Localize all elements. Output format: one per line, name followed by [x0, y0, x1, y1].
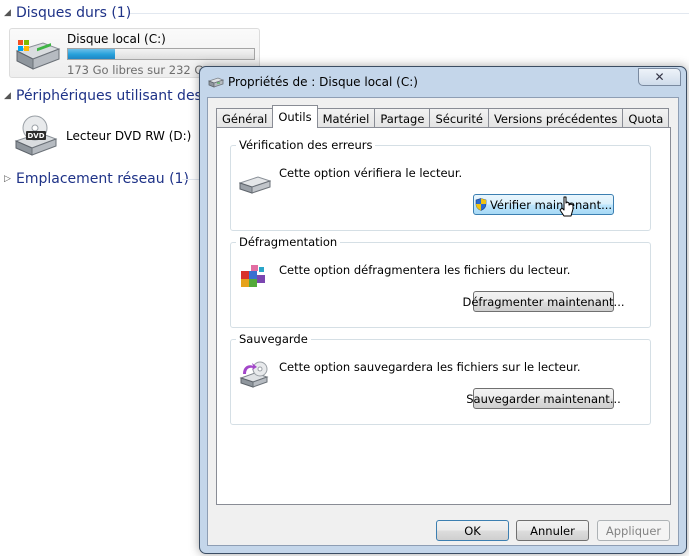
tab-tools[interactable]: Outils — [272, 105, 318, 128]
backup-group: Sauvegarde Cette option sauvegardera les… — [230, 332, 651, 425]
uac-shield-icon — [475, 198, 487, 211]
error-checking-description: Cette option vérifiera le lecteur. — [279, 166, 463, 180]
dvd-badge-text: DVD — [27, 132, 44, 140]
defragment-now-button[interactable]: Défragmenter maintenant... — [463, 291, 625, 312]
tab-general[interactable]: Général — [216, 108, 274, 128]
group-divider — [182, 179, 199, 180]
dvd-drive-name: Lecteur DVD RW (D:) — [66, 129, 192, 143]
tab-bar: Général Outils Matériel Partage Sécurité… — [216, 105, 670, 128]
group-header-network-locations[interactable]: ▷ Emplacement réseau (1) — [4, 168, 189, 190]
group-header-hard-drives[interactable]: ◢ Disques durs (1) — [4, 2, 131, 24]
group-header-removable-devices[interactable]: ◢ Périphériques utilisant des s — [4, 85, 214, 107]
mouse-cursor-icon — [559, 196, 574, 217]
dialog-title: Propriétés de : Disque local (C:) — [228, 75, 418, 89]
error-checking-title: Vérification des erreurs — [236, 138, 376, 152]
cancel-button[interactable]: Annuler — [516, 520, 589, 541]
backup-now-button[interactable]: Sauvegarder maintenant... — [466, 388, 621, 409]
properties-dialog: Propriétés de : Disque local (C:) ✕ Géné… — [199, 66, 687, 554]
close-button[interactable]: ✕ — [638, 68, 681, 86]
dialog-titlebar[interactable]: Propriétés de : Disque local (C:) ✕ — [200, 67, 686, 97]
expand-arrow-icon[interactable]: ▷ — [4, 174, 16, 184]
defragmentation-group: Défragmentation Cette option défragmente… — [230, 235, 651, 328]
dvd-drive-icon: DVD — [14, 115, 58, 156]
ok-label: OK — [464, 523, 481, 538]
collapse-arrow-icon[interactable]: ◢ — [4, 8, 16, 18]
error-checking-group: Vérification des erreurs Cette option vé… — [230, 138, 651, 231]
apply-label: Appliquer — [605, 523, 662, 538]
local-disk-name: Disque local (C:) — [67, 32, 166, 46]
tools-tab-panel: Vérification des erreurs Cette option vé… — [216, 127, 671, 505]
check-now-label: Vérifier maintenant... — [489, 197, 613, 212]
ok-button[interactable]: OK — [436, 520, 509, 541]
backup-description: Cette option sauvegardera les fichiers s… — [279, 360, 581, 374]
group-divider — [130, 13, 689, 14]
cancel-label: Annuler — [530, 523, 575, 538]
backup-now-label: Sauvegarder maintenant... — [466, 391, 621, 406]
tab-previous-versions[interactable]: Versions précédentes — [487, 108, 624, 128]
dvd-drive-item[interactable]: DVD Lecteur DVD RW (D:) — [9, 113, 199, 163]
tab-security[interactable]: Sécurité — [429, 108, 489, 128]
defragmentation-title: Défragmentation — [236, 235, 341, 249]
dialog-client-area: Général Outils Matériel Partage Sécurité… — [207, 97, 679, 546]
apply-button[interactable]: Appliquer — [597, 520, 670, 541]
backup-icon — [239, 361, 269, 388]
disk-usage-fill — [68, 49, 115, 59]
group-header-label: Disques durs (1) — [16, 5, 132, 21]
defragmentation-description: Cette option défragmentera les fichiers … — [279, 263, 571, 277]
drive-icon — [208, 77, 224, 88]
disk-free-space: 173 Go libres sur 232 Go — [67, 63, 211, 77]
tab-sharing[interactable]: Partage — [374, 108, 431, 128]
check-now-button[interactable]: Vérifier maintenant... — [473, 194, 614, 215]
defragment-now-label: Défragmenter maintenant... — [462, 294, 625, 309]
tab-quota[interactable]: Quota — [622, 108, 670, 128]
collapse-arrow-icon[interactable]: ◢ — [4, 91, 16, 101]
close-icon: ✕ — [654, 70, 665, 84]
drive-check-icon — [239, 176, 271, 194]
group-header-label: Périphériques utilisant des s — [16, 88, 214, 104]
backup-title: Sauvegarde — [236, 332, 311, 346]
defrag-icon — [241, 265, 265, 287]
tab-hardware[interactable]: Matériel — [316, 108, 376, 128]
group-header-label: Emplacement réseau (1) — [16, 171, 189, 187]
hard-drive-icon — [15, 40, 61, 70]
disk-usage-bar — [67, 48, 255, 60]
